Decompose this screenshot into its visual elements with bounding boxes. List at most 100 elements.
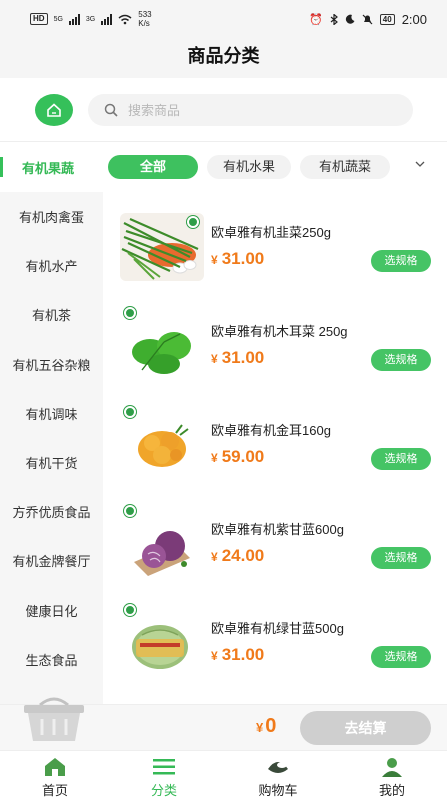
sidebar-item[interactable]: 生态食品 xyxy=(0,635,103,684)
home-icon xyxy=(45,758,65,776)
organic-badge-icon xyxy=(124,604,136,616)
status-bar: HD 5G 3G 533 K/s ⏰ 40 2:00 xyxy=(0,0,447,38)
shopping-basket-icon[interactable] xyxy=(20,691,88,747)
bottom-tab-bar: 首页 分类 购物车 我的 xyxy=(0,750,447,797)
tab-label: 我的 xyxy=(378,783,405,797)
currency-symbol: ¥ xyxy=(256,720,264,735)
sidebar-item[interactable]: 有机水产 xyxy=(0,241,103,290)
currency-symbol: ¥ xyxy=(211,451,218,465)
organic-badge-icon xyxy=(187,216,199,228)
sidebar-item[interactable]: 健康日化 xyxy=(0,586,103,635)
cart-bar: ¥0 去结算 xyxy=(0,697,447,750)
sidebar-item[interactable]: 有机调味 xyxy=(0,389,103,438)
search-bar[interactable] xyxy=(88,94,413,126)
chevron-down-icon[interactable] xyxy=(415,159,425,169)
network-label-1: 5G xyxy=(53,15,63,23)
filter-pills: 全部 有机水果 有机蔬菜 xyxy=(108,155,390,179)
select-spec-button[interactable]: 选规格 xyxy=(371,250,431,272)
sidebar-item[interactable]: 有机肉禽蛋 xyxy=(0,192,103,241)
signal-icon-2 xyxy=(101,13,113,25)
wifi-icon xyxy=(118,14,132,24)
category-sidebar: 有机肉禽蛋 有机水产 有机茶 有机五谷杂粮 有机调味 有机干货 方乔优质食品 有… xyxy=(0,192,103,704)
product-card[interactable]: 欧卓雅有机金耳160g ¥59.00 选规格 xyxy=(103,390,447,489)
select-spec-button[interactable]: 选规格 xyxy=(371,547,431,569)
page-title: 商品分类 xyxy=(0,38,447,78)
price-value: 31.00 xyxy=(221,249,265,268)
product-name[interactable]: 欧卓雅有机绿甘蓝500g xyxy=(211,618,344,637)
filter-pill-vegetable[interactable]: 有机蔬菜 xyxy=(300,155,390,179)
product-card[interactable]: 欧卓雅有机木耳菜 250g ¥31.00 选规格 xyxy=(103,291,447,390)
tab-label: 首页 xyxy=(41,783,68,797)
product-price: ¥31.00 xyxy=(211,645,264,665)
currency-symbol: ¥ xyxy=(211,253,218,267)
search-row xyxy=(0,80,447,142)
sidebar-item-active[interactable]: 有机果蔬 xyxy=(0,155,100,179)
moon-icon xyxy=(345,14,355,24)
currency-symbol: ¥ xyxy=(211,550,218,564)
filter-pill-all[interactable]: 全部 xyxy=(108,155,198,179)
home-icon xyxy=(47,103,61,117)
bluetooth-icon xyxy=(330,13,338,25)
product-price: ¥31.00 xyxy=(211,249,264,269)
tab-cart[interactable]: 购物车 xyxy=(243,751,313,797)
product-image-malabar-spinach[interactable] xyxy=(120,312,204,380)
category-row: 有机果蔬 全部 有机水果 有机蔬菜 xyxy=(0,142,447,192)
currency-symbol: ¥ xyxy=(211,352,218,366)
hd-badge: HD xyxy=(30,13,48,25)
cart-total: ¥0 xyxy=(256,715,276,738)
list-icon xyxy=(153,759,175,775)
price-value: 31.00 xyxy=(221,645,265,664)
signal-icon xyxy=(68,13,80,25)
product-card[interactable]: 欧卓雅有机绿甘蓝500g ¥31.00 选规格 xyxy=(103,588,447,687)
product-card[interactable]: 欧卓雅有机韭菜250g ¥31.00 选规格 xyxy=(103,192,447,291)
home-button[interactable] xyxy=(35,94,73,126)
product-price: ¥24.00 xyxy=(211,546,264,566)
product-image-golden-fungus[interactable] xyxy=(120,411,204,479)
select-spec-button[interactable]: 选规格 xyxy=(371,349,431,371)
sidebar-item[interactable]: 有机茶 xyxy=(0,290,103,339)
clock: 2:00 xyxy=(401,11,427,27)
sidebar-item[interactable]: 有机干货 xyxy=(0,438,103,487)
cart-total-value: 0 xyxy=(265,715,277,737)
price-value: 24.00 xyxy=(221,546,265,565)
product-name[interactable]: 欧卓雅有机金耳160g xyxy=(211,420,331,439)
product-name[interactable]: 欧卓雅有机木耳菜 250g xyxy=(211,321,348,340)
search-icon xyxy=(104,103,118,117)
net-speed-unit: K/s xyxy=(138,19,150,28)
currency-symbol: ¥ xyxy=(211,649,218,663)
user-icon xyxy=(382,758,402,777)
battery-icon: 40 xyxy=(379,13,395,25)
tab-profile[interactable]: 我的 xyxy=(357,751,427,797)
product-price: ¥59.00 xyxy=(211,447,264,467)
net-speed-value: 533 xyxy=(138,10,152,19)
network-label-2: 3G xyxy=(85,15,96,23)
tab-category[interactable]: 分类 xyxy=(129,751,199,797)
tab-home[interactable]: 首页 xyxy=(20,751,90,797)
organic-badge-icon xyxy=(124,406,136,418)
product-list: 欧卓雅有机韭菜250g ¥31.00 选规格 欧卓雅有机木耳菜 250g ¥31… xyxy=(103,192,447,704)
product-name[interactable]: 欧卓雅有机韭菜250g xyxy=(211,222,331,241)
sidebar-item[interactable]: 有机五谷杂粮 xyxy=(0,340,103,389)
checkout-button[interactable]: 去结算 xyxy=(300,711,431,745)
search-input[interactable] xyxy=(128,102,368,118)
price-value: 31.00 xyxy=(221,348,265,367)
product-card[interactable]: 欧卓雅有机紫甘蓝600g ¥24.00 选规格 xyxy=(103,489,447,588)
price-value: 59.00 xyxy=(221,447,265,466)
cart-icon xyxy=(268,762,288,773)
select-spec-button[interactable]: 选规格 xyxy=(371,646,431,668)
product-image-green-cabbage[interactable] xyxy=(120,609,204,677)
sidebar-item[interactable]: 方乔优质食品 xyxy=(0,487,103,536)
tab-label: 分类 xyxy=(150,783,177,797)
sidebar-item[interactable]: 有机金牌餐厅 xyxy=(0,536,103,585)
alarm-icon: ⏰ xyxy=(309,13,323,26)
filter-pill-fruit[interactable]: 有机水果 xyxy=(207,155,291,179)
net-speed: 533 K/s xyxy=(138,10,151,28)
tab-label: 购物车 xyxy=(258,783,298,797)
organic-badge-icon xyxy=(124,505,136,517)
organic-badge-icon xyxy=(124,307,136,319)
product-name[interactable]: 欧卓雅有机紫甘蓝600g xyxy=(211,519,344,538)
select-spec-button[interactable]: 选规格 xyxy=(371,448,431,470)
product-image-purple-cabbage[interactable] xyxy=(120,510,204,578)
mute-bell-icon xyxy=(362,14,373,24)
product-price: ¥31.00 xyxy=(211,348,264,368)
